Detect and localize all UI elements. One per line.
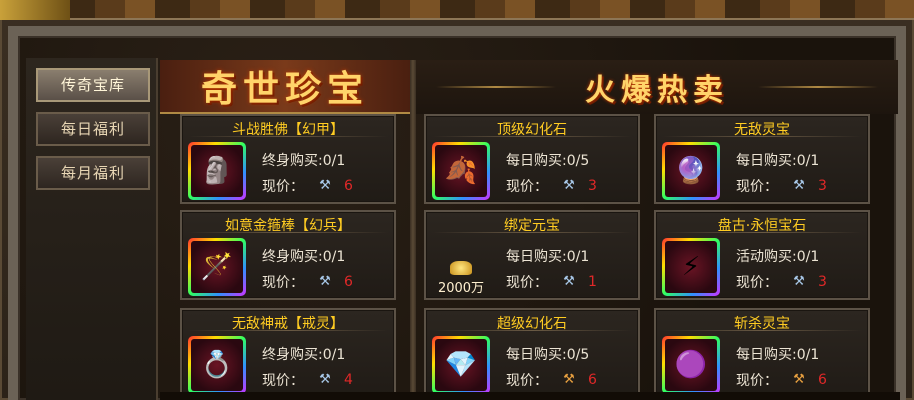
price-label: 现价： <box>262 275 304 291</box>
item-icon-inner: 🗿 <box>191 145 243 197</box>
header-deco-right <box>758 86 878 88</box>
purchase-limit: 每日购买:0/1 <box>506 249 590 265</box>
gold-stone-icon[interactable]: 🍂 <box>432 142 490 200</box>
name-underline <box>432 136 632 137</box>
price-value: 6 <box>344 274 353 290</box>
currency-hammer-icon: ⚒ <box>793 372 805 387</box>
header-deco-left <box>436 86 556 88</box>
item-icon-inner: 🟣 <box>665 339 717 391</box>
name-underline <box>432 232 632 233</box>
ingot-shape <box>450 261 472 275</box>
section-header-rare-treasures: 奇世珍宝 <box>160 60 410 114</box>
currency-hammer-icon: ⚒ <box>563 178 575 193</box>
price-value: 3 <box>818 274 827 290</box>
purchase-limit: 每日购买:0/5 <box>506 153 590 169</box>
price-row: 现价： ⚒ 3 <box>506 176 597 196</box>
price-value: 1 <box>588 274 597 290</box>
item-icon-inner: 🔮 <box>665 145 717 197</box>
purchase-limit: 活动购买:0/1 <box>736 249 820 265</box>
price-value: 3 <box>818 178 827 194</box>
item-icon-inner: 🪄 <box>191 241 243 293</box>
price-label: 现价： <box>506 373 548 389</box>
shop-item-card[interactable]: 斗战胜佛【幻甲】 🗿 终身购买:0/1 现价： ⚒ 6 <box>180 114 396 204</box>
currency-hammer-icon: ⚒ <box>319 372 331 387</box>
staff-icon[interactable]: 🪄 <box>188 238 246 296</box>
price-row: 现价： ⚒ 6 <box>506 370 597 390</box>
currency-hammer-icon: ⚒ <box>793 178 805 193</box>
shop-item-card[interactable]: 如意金箍棒【幻兵】 🪄 终身购买:0/1 现价： ⚒ 6 <box>180 210 396 300</box>
top-scene-strip <box>0 0 914 20</box>
price-label: 现价： <box>736 275 778 291</box>
name-underline <box>662 232 862 233</box>
price-row: 现价： ⚒ 3 <box>736 272 827 292</box>
gem-icon[interactable]: ⚡ <box>662 238 720 296</box>
price-row: 现价： ⚒ 4 <box>262 370 353 390</box>
name-underline <box>188 232 388 233</box>
purchase-limit: 每日购买:0/1 <box>736 153 820 169</box>
price-label: 现价： <box>736 179 778 195</box>
section-title-left: 奇世珍宝 <box>200 68 369 110</box>
left-nav-panel: 传奇宝库 每日福利 每月福利 <box>26 58 158 400</box>
item-icon-inner: 💎 <box>435 339 487 391</box>
shop-item-card[interactable]: 无敌灵宝 🔮 每日购买:0/1 现价： ⚒ 3 <box>654 114 870 204</box>
currency-hammer-icon: ⚒ <box>319 178 331 193</box>
nav-tab-treasury[interactable]: 传奇宝库 <box>36 68 150 102</box>
section-title-right: 火爆热卖 <box>585 73 729 108</box>
price-row: 现价： ⚒ 3 <box>736 176 827 196</box>
section-divider <box>410 60 416 400</box>
price-value: 4 <box>344 372 353 388</box>
shop-item-card[interactable]: 斩杀灵宝 🟣 每日购买:0/1 现价： ⚒ 6 <box>654 308 870 398</box>
gold-ingot-icon[interactable]: 2000万 <box>432 238 490 296</box>
nav-tab-daily-welfare[interactable]: 每日福利 <box>36 112 150 146</box>
gold-corner-ornament <box>0 0 70 20</box>
price-row: 现价： ⚒ 6 <box>262 176 353 196</box>
blue-crystal-icon[interactable]: 💎 <box>432 336 490 394</box>
price-label: 现价： <box>262 373 304 389</box>
price-label: 现价： <box>506 275 548 291</box>
purchase-limit: 终身购买:0/1 <box>262 153 346 169</box>
gold-amount: 2000万 <box>437 281 485 296</box>
purchase-limit: 每日购买:0/1 <box>736 347 820 363</box>
purple-orb-icon[interactable]: 🟣 <box>662 336 720 394</box>
name-underline <box>432 330 632 331</box>
currency-hammer-icon: ⚒ <box>793 274 805 289</box>
ring-icon[interactable]: 💍 <box>188 336 246 394</box>
item-icon-inner: 🍂 <box>435 145 487 197</box>
purchase-limit: 终身购买:0/1 <box>262 347 346 363</box>
price-label: 现价： <box>506 179 548 195</box>
price-row: 现价： ⚒ 1 <box>506 272 597 292</box>
currency-hammer-icon: ⚒ <box>563 372 575 387</box>
name-underline <box>188 136 388 137</box>
price-row: 现价： ⚒ 6 <box>262 272 353 292</box>
shop-item-card[interactable]: 超级幻化石 💎 每日购买:0/5 现价： ⚒ 6 <box>424 308 640 398</box>
price-row: 现价： ⚒ 6 <box>736 370 827 390</box>
name-underline <box>662 136 862 137</box>
price-label: 现价： <box>736 373 778 389</box>
item-icon-inner: ⚡ <box>665 241 717 293</box>
purchase-limit: 每日购买:0/5 <box>506 347 590 363</box>
price-value: 6 <box>818 372 827 388</box>
price-value: 6 <box>588 372 597 388</box>
price-label: 现价： <box>262 179 304 195</box>
shop-item-card[interactable]: 绑定元宝 2000万 每日购买:0/1 现价： ⚒ 1 <box>424 210 640 300</box>
price-value: 3 <box>588 178 597 194</box>
currency-hammer-icon: ⚒ <box>563 274 575 289</box>
spirit-treasure-icon[interactable]: 🔮 <box>662 142 720 200</box>
armor-icon[interactable]: 🗿 <box>188 142 246 200</box>
name-underline <box>188 330 388 331</box>
shop-item-card[interactable]: 盘古·永恒宝石 ⚡ 活动购买:0/1 现价： ⚒ 3 <box>654 210 870 300</box>
purchase-limit: 终身购买:0/1 <box>262 249 346 265</box>
item-icon-inner: 💍 <box>191 339 243 391</box>
section-header-hot-sale: 火爆热卖 <box>416 60 898 114</box>
bottom-shade <box>160 392 900 400</box>
name-underline <box>662 330 862 331</box>
currency-hammer-icon: ⚒ <box>319 274 331 289</box>
price-value: 6 <box>344 178 353 194</box>
nav-tab-monthly-welfare[interactable]: 每月福利 <box>36 156 150 190</box>
shop-item-card[interactable]: 顶级幻化石 🍂 每日购买:0/5 现价： ⚒ 3 <box>424 114 640 204</box>
shop-item-card[interactable]: 无敌神戒【戒灵】 💍 终身购买:0/1 现价： ⚒ 4 <box>180 308 396 398</box>
